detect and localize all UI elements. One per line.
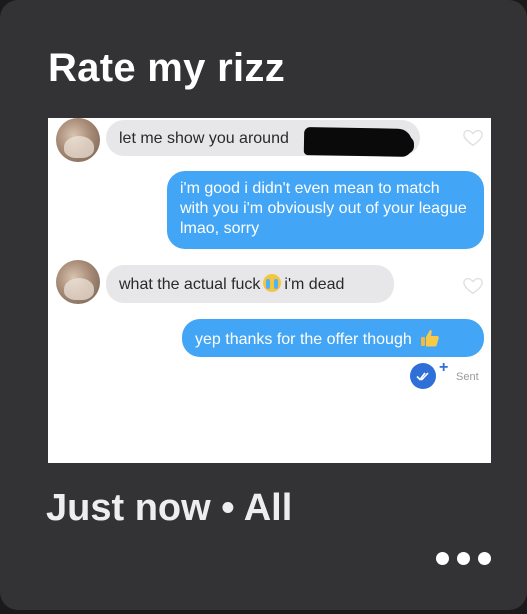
post-time: Just now <box>46 487 211 529</box>
post-meta: Just now • All <box>46 487 292 530</box>
post-title: Rate my rizz <box>48 46 286 90</box>
message-text: i'm dead <box>284 276 345 293</box>
message-text: yep thanks for the offer though <box>195 331 412 348</box>
thumbs-up-emoji <box>421 330 439 347</box>
redaction-mark <box>348 136 414 154</box>
message-text: i'm good i didn't even mean to match wit… <box>180 180 467 237</box>
meta-separator: • <box>221 487 235 529</box>
more-dot <box>436 551 449 565</box>
more-dot <box>478 551 491 565</box>
post-scope: All <box>243 487 293 529</box>
match-avatar <box>56 118 100 162</box>
sent-label: Sent <box>456 371 479 383</box>
plus-icon[interactable]: + <box>439 359 448 377</box>
sent-status-badge <box>410 363 436 389</box>
more-dot <box>457 551 470 565</box>
heart-icon[interactable] <box>462 126 484 148</box>
chat-screenshot[interactable]: let me show you around i'm good i didn't… <box>48 118 491 463</box>
message-text: let me show you around <box>119 130 289 147</box>
match-avatar <box>56 260 100 304</box>
incoming-message-2: what the actual fuck i'm dead <box>106 265 394 303</box>
double-check-icon <box>416 372 429 381</box>
post-card[interactable]: Rate my rizz let me show you around i'm … <box>0 0 527 610</box>
outgoing-message-1: i'm good i didn't even mean to match wit… <box>167 171 484 249</box>
heart-icon[interactable] <box>462 274 484 296</box>
crying-face-emoji <box>263 274 282 292</box>
more-options-button[interactable] <box>436 548 496 568</box>
message-text: what the actual fuck <box>119 276 261 293</box>
outgoing-message-2: yep thanks for the offer though <box>182 319 484 357</box>
